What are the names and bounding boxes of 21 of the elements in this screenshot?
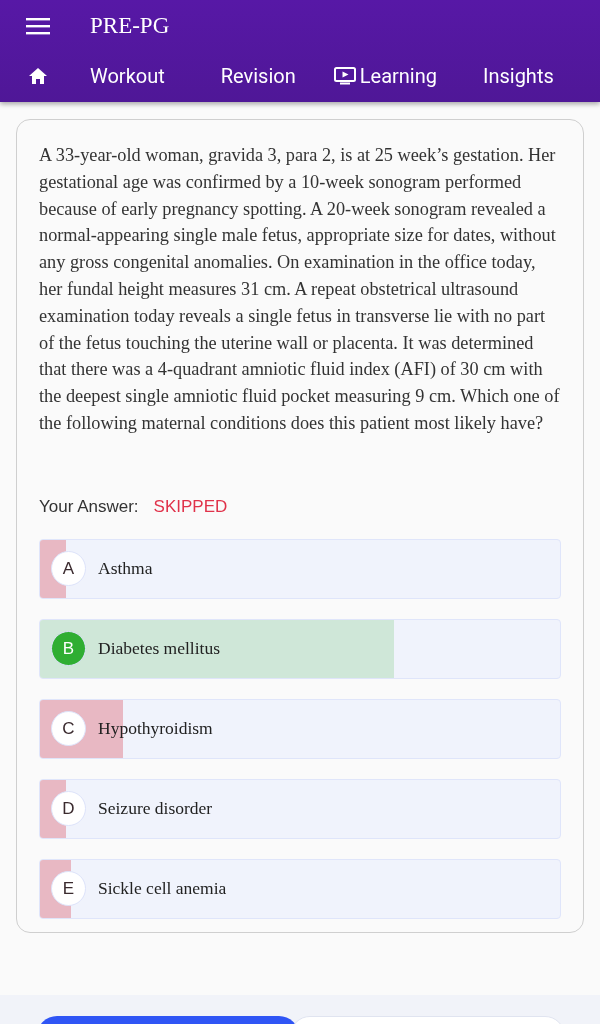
- nav-tab[interactable]: Learning: [333, 64, 437, 88]
- option-text: Seizure disorder: [98, 798, 213, 820]
- home-icon[interactable]: [28, 67, 48, 85]
- answer-label: Your Answer:: [39, 496, 139, 517]
- nav-tab[interactable]: Insights: [482, 64, 554, 88]
- option-text: Sickle cell anemia: [98, 878, 227, 900]
- option-text: Diabetes mellitus: [98, 638, 220, 660]
- answer-option[interactable]: D Seizure disorder: [39, 778, 561, 839]
- app-title: PRE-PG: [90, 13, 170, 39]
- answer-option[interactable]: C Hypothyroidism: [39, 698, 561, 759]
- menu-icon[interactable]: [26, 17, 50, 35]
- question-text: A 33-year-old woman, gravida 3, para 2, is at 25 week’s gestation. Her gestational age was confirmed by a 10-week sonogram performed because of early pregnancy spotting. A 20-week sonogram revealed a normal-appearing single male fetus, appropriate size for dates, without any gross congenital anomalies. On examination in the office today, her fundal height measures 31 cm. A repeat obstetrical ultrasound examination today reveals a single fetus in transverse lie with no part of the fetus touching the uterine wall or placenta. It was determined that there was a 4-quadrant amniotic fluid index (AFI) of 30 cm with the deepest single amniotic fluid pocket measuring 9 cm. Which one of the following maternal conditions does this patient most likely have?: [39, 144, 561, 435]
- nav-tab[interactable]: Workout: [90, 64, 165, 88]
- option-text: Asthma: [98, 558, 153, 580]
- answer-option[interactable]: B Diabetes mellitus: [39, 618, 561, 679]
- answer-status: SKIPPED: [153, 496, 228, 517]
- answer-option[interactable]: A Asthma: [39, 538, 561, 599]
- answer-option[interactable]: E Sickle cell anemia: [39, 858, 561, 919]
- nav-tab[interactable]: Revision: [220, 64, 296, 88]
- option-text: Hypothyroidism: [98, 718, 213, 740]
- video-icon: [333, 67, 356, 85]
